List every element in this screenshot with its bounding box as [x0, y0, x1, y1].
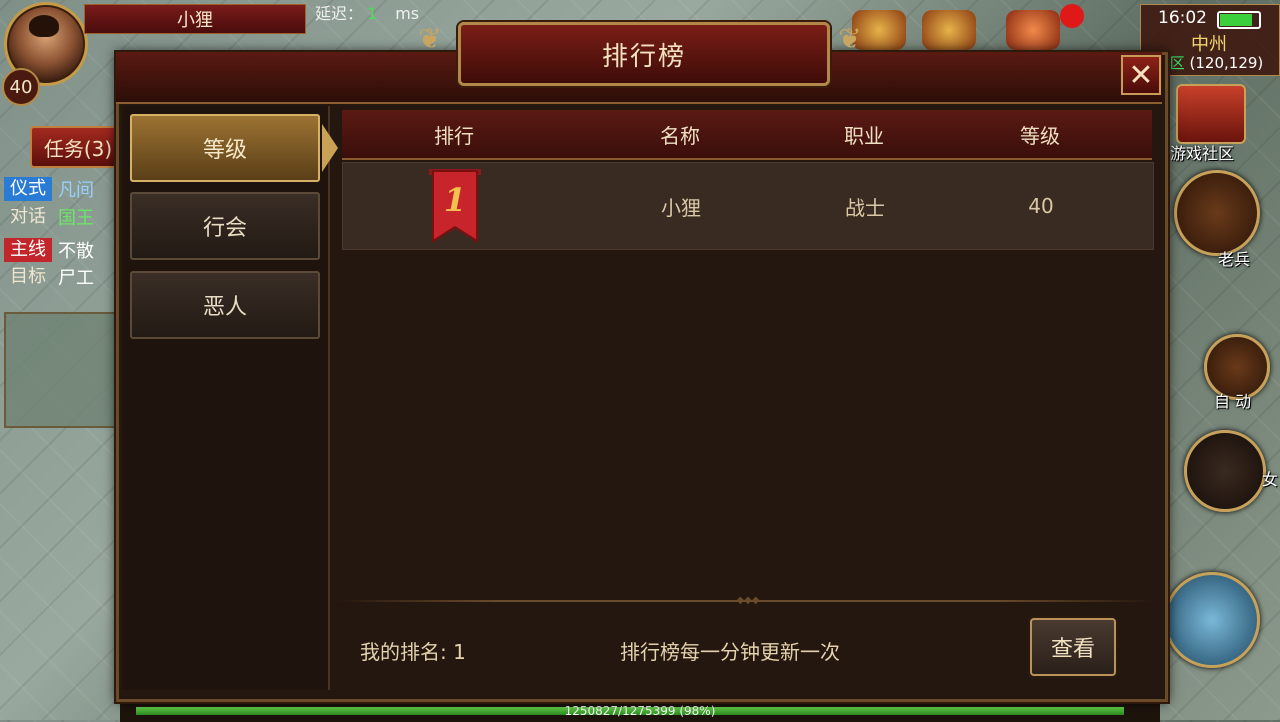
latency-unit: ms — [395, 4, 420, 23]
coordinate-value: (120,129) — [1189, 54, 1264, 72]
rank-ribbon-icon: 1 — [429, 169, 481, 243]
treasure-icon[interactable] — [922, 10, 976, 50]
quest-value: 尸工 — [58, 268, 94, 289]
dialog-title: 排行榜 — [458, 22, 830, 86]
player-level-badge: 40 — [2, 68, 40, 106]
cell-level: 40 — [1028, 194, 1054, 218]
quest-value: 国王 — [58, 208, 94, 229]
wings-icon[interactable] — [1174, 170, 1260, 256]
quest-tag: 对话 — [10, 206, 46, 227]
divider-ornament-icon: ◆◆◆ — [736, 595, 760, 606]
notification-dot-icon — [1060, 4, 1084, 28]
active-tab-arrow-icon — [322, 124, 338, 172]
exp-text: 1250827/1275399 (98%) — [564, 704, 716, 718]
tab-villain[interactable]: 恶人 — [130, 271, 320, 339]
female-label: 女 — [1262, 470, 1279, 489]
player-name: 小狸 — [84, 4, 306, 34]
dragon-ornament-left-icon: ❦ — [418, 22, 442, 55]
cell-class: 战士 — [845, 195, 885, 220]
community-icon[interactable] — [1176, 84, 1246, 144]
latency-readout: 延迟： 1 ms — [315, 0, 419, 24]
community-label: 游戏社区 — [1170, 144, 1235, 163]
cell-name: 小狸 — [661, 195, 701, 220]
column-header-class: 职业 — [844, 123, 884, 148]
latency-label: 延迟： — [315, 4, 364, 23]
quest-row[interactable]: 仪式 凡间 — [4, 176, 94, 202]
column-header-level: 等级 — [1020, 123, 1060, 148]
skill-slot-icon[interactable] — [1184, 430, 1266, 512]
exp-bar: 1250827/1275399 (98%) — [120, 700, 1160, 722]
column-header-rank: 排行 — [434, 123, 474, 148]
auto-fight-label: 自 动 — [1214, 392, 1252, 411]
minimap[interactable] — [4, 312, 124, 428]
tab-level[interactable]: 等级 — [130, 114, 320, 182]
quest-row[interactable]: 对话 国王 — [4, 204, 94, 230]
quest-row[interactable]: 主线 不散 — [4, 237, 94, 263]
clock: 16:02 — [1158, 8, 1207, 28]
quest-tag: 仪式 — [4, 177, 52, 201]
quest-value: 凡间 — [58, 180, 94, 201]
quest-tag: 目标 — [10, 266, 46, 287]
close-button[interactable]: ✕ — [1121, 55, 1161, 95]
table-row[interactable]: 1 小狸 战士 40 — [342, 162, 1154, 250]
attack-skill-icon[interactable] — [1164, 572, 1260, 668]
my-rank: 我的排名: 1 — [360, 640, 466, 664]
quest-value: 不散 — [58, 241, 94, 262]
latency-value: 1 — [367, 4, 378, 23]
column-header-name: 名称 — [660, 123, 700, 148]
battery-level — [1220, 14, 1252, 26]
view-button[interactable]: 查看 — [1030, 618, 1116, 676]
update-note: 排行榜每一分钟更新一次 — [620, 640, 840, 664]
tab-guild[interactable]: 行会 — [130, 192, 320, 260]
table-header: 排行 名称 职业 等级 — [342, 110, 1152, 160]
task-button[interactable]: 任务(3) — [30, 126, 126, 168]
quest-tag: 主线 — [4, 238, 52, 262]
battery-icon — [1217, 11, 1261, 29]
veteran-label: 老兵 — [1218, 250, 1251, 269]
quest-row[interactable]: 目标 尸工 — [4, 264, 94, 290]
rank-number: 1 — [444, 181, 466, 219]
gift-icon[interactable] — [1006, 10, 1060, 50]
